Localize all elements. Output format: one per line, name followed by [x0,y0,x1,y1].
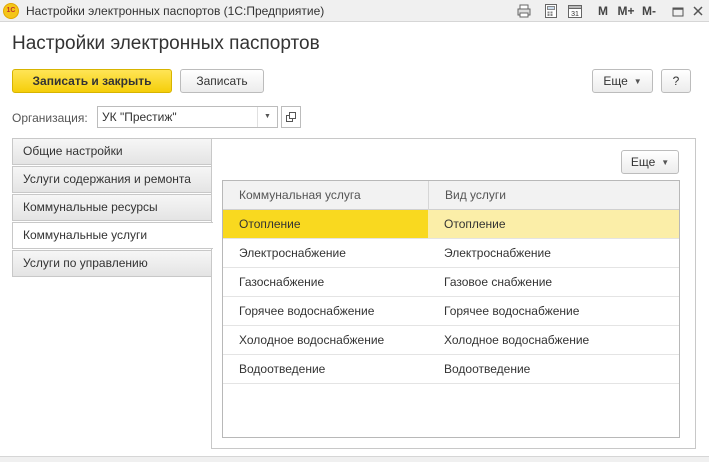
memory-minus-button[interactable]: M- [641,3,657,19]
window-title: Настройки электронных паспортов (1С:Пред… [26,4,325,18]
table-row[interactable]: Водоотведение Водоотведение [223,355,679,384]
cell-service-type[interactable]: Холодное водоснабжение [428,326,679,354]
column-header-utility-service[interactable]: Коммунальная услуга [223,181,428,210]
panel-more-label: Еще [630,155,656,169]
tabs-panel: Общие настройки Услуги содержания и ремо… [12,138,213,278]
table-row[interactable]: Холодное водоснабжение Холодное водоснаб… [223,326,679,355]
memory-m-button[interactable]: M [597,3,609,19]
cell-service-type[interactable]: Водоотведение [428,355,679,383]
tab-management-services[interactable]: Услуги по управлению [12,250,212,277]
cell-service-type[interactable]: Отопление [428,210,679,238]
cell-utility-service[interactable]: Газоснабжение [223,268,428,296]
open-icon[interactable] [281,106,301,128]
minimize-icon[interactable] [671,3,685,19]
organization-value: УК "Престиж" [102,110,177,124]
cell-service-type[interactable]: Газовое снабжение [428,268,679,296]
table-row[interactable]: Газоснабжение Газовое снабжение [223,268,679,297]
print-icon[interactable] [516,3,532,19]
window-bottom-border [0,456,709,462]
save-and-close-button[interactable]: Записать и закрыть [12,69,172,93]
tab-utility-resources[interactable]: Коммунальные ресурсы [12,194,212,221]
table-row[interactable]: Горячее водоснабжение Горячее водоснабже… [223,297,679,326]
chevron-down-icon: ▼ [661,157,670,167]
save-button[interactable]: Записать [180,69,264,93]
organization-field[interactable]: УК "Престиж" ▼ [97,106,278,128]
cell-service-type[interactable]: Горячее водоснабжение [428,297,679,325]
panel-more-button[interactable]: Еще ▼ [621,150,679,174]
table-row[interactable]: Электроснабжение Электроснабжение [223,239,679,268]
tab-utility-services[interactable]: Коммунальные услуги [12,222,213,249]
close-icon[interactable] [691,3,705,19]
table-header: Коммунальная услуга Вид услуги [223,181,679,210]
tab-maintenance-services[interactable]: Услуги содержания и ремонта [12,166,212,193]
more-button[interactable]: Еще ▼ [592,69,653,93]
organization-label: Организация: [12,111,88,125]
more-button-label: Еще [603,74,628,88]
calculator-icon[interactable] [543,3,559,19]
chevron-down-icon: ▼ [633,76,642,86]
table-row[interactable]: Отопление Отопление [223,210,679,239]
cell-utility-service[interactable]: Горячее водоснабжение [223,297,428,325]
cell-utility-service[interactable]: Электроснабжение [223,239,428,267]
services-table[interactable]: Коммунальная услуга Вид услуги Отопление… [222,180,680,438]
window-titlebar: 1С Настройки электронных паспортов (1С:П… [0,0,709,22]
svg-text:31: 31 [571,11,579,18]
cell-utility-service[interactable]: Отопление [223,210,428,238]
dropdown-arrow-icon[interactable]: ▼ [257,107,277,127]
calendar-icon[interactable]: 31 [567,3,583,19]
memory-plus-button[interactable]: M+ [617,3,635,19]
cell-service-type[interactable]: Электроснабжение [428,239,679,267]
tab-general-settings[interactable]: Общие настройки [12,138,212,165]
page-title: Настройки электронных паспортов [12,33,320,54]
help-button[interactable]: ? [661,69,691,93]
cell-utility-service[interactable]: Холодное водоснабжение [223,326,428,354]
app-logo-icon[interactable]: 1С [3,3,19,19]
column-header-service-type[interactable]: Вид услуги [428,181,679,210]
cell-utility-service[interactable]: Водоотведение [223,355,428,383]
